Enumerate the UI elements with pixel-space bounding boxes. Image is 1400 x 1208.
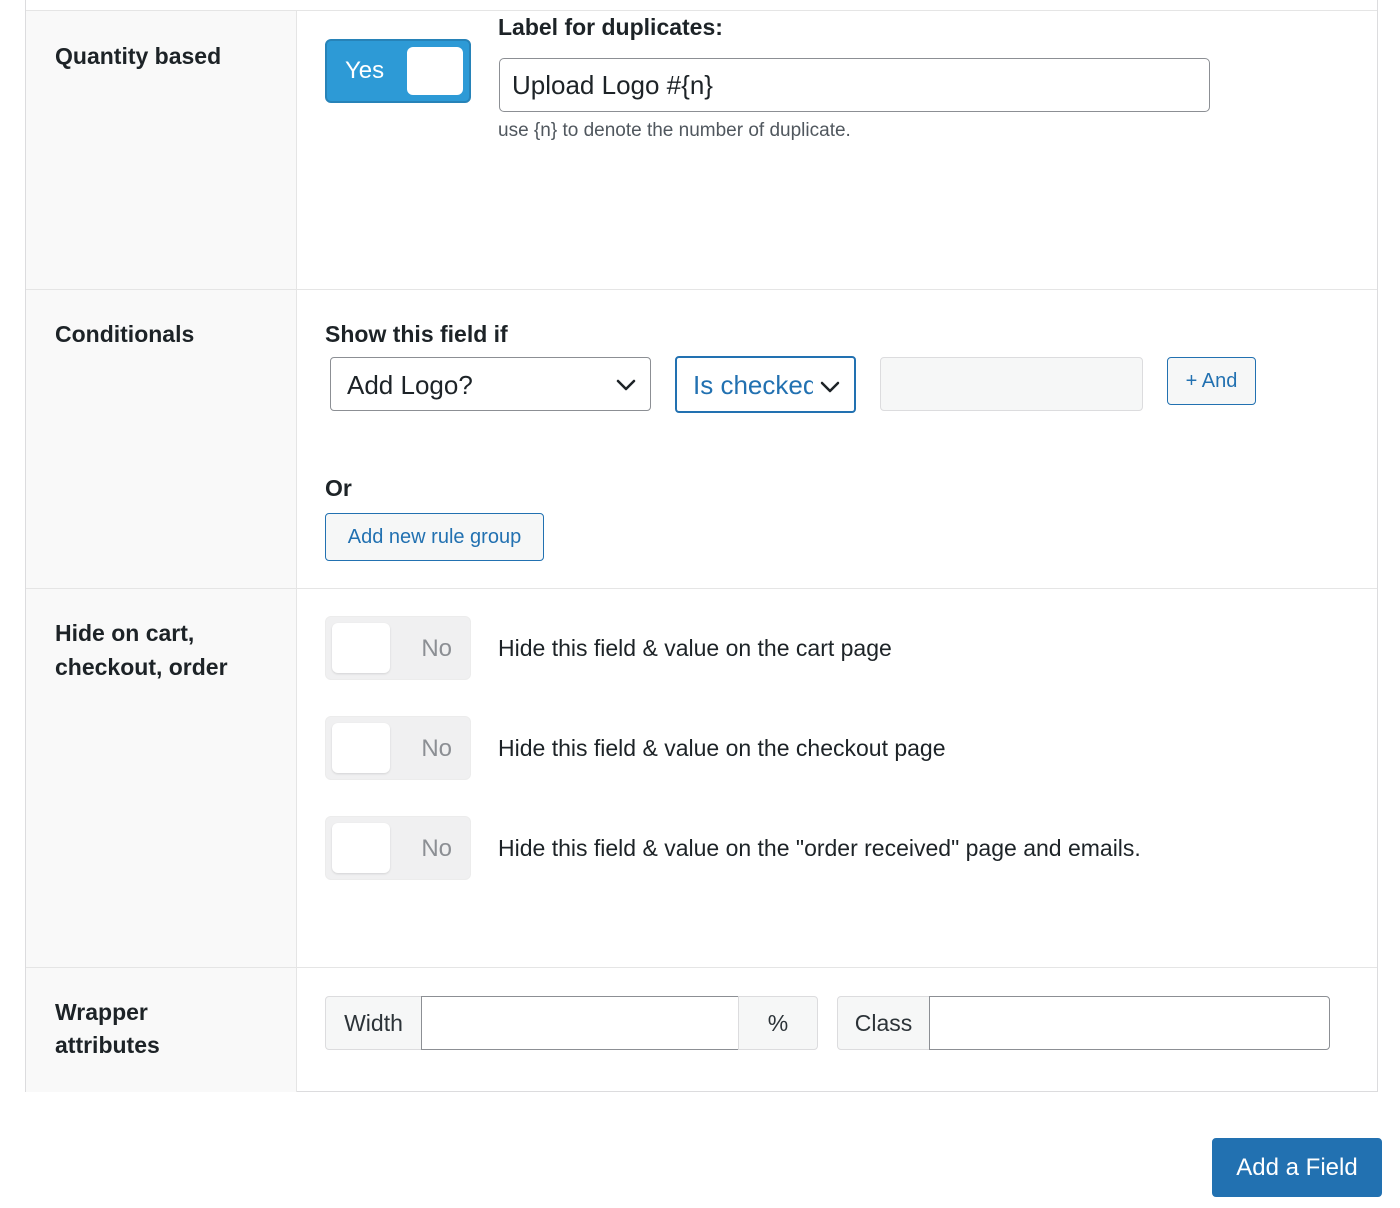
conditionals-row: Conditionals Show this field if Add Logo… [26, 290, 1377, 589]
class-addon-label: Class [837, 996, 930, 1050]
toggle-knob [407, 47, 463, 95]
chevron-down-icon [616, 379, 636, 391]
add-and-rule-button[interactable]: + And [1167, 357, 1256, 405]
toggle-label: No [421, 635, 452, 662]
row-content-column: Width % Class [297, 968, 1377, 1092]
condition-operator-value-wrap: Is checked [693, 370, 813, 401]
condition-field-value: Add Logo? [347, 370, 473, 400]
toggle-label: No [421, 735, 452, 762]
row-label-column: Quantity based [26, 11, 297, 289]
condition-operator-value: Is checked [693, 370, 813, 400]
hide-checkout-toggle[interactable]: No [325, 716, 471, 780]
quantity-based-row: Quantity based Yes Label for duplicates:… [26, 10, 1377, 290]
duplicates-label-title: Label for duplicates: [498, 14, 723, 40]
toggle-knob [332, 723, 390, 773]
hide-order-description: Hide this field & value on the "order re… [498, 835, 1141, 861]
hide-cart-description: Hide this field & value on the cart page [498, 635, 892, 661]
hide-on-row: Hide on cart, checkout, order No Hide th… [26, 589, 1377, 968]
wrapper-attributes-row: Wrapper attributes Width % Class [26, 968, 1377, 1092]
show-if-title: Show this field if [325, 321, 508, 347]
hide-checkout-description: Hide this field & value on the checkout … [498, 735, 946, 761]
width-unit-addon: % [738, 996, 818, 1050]
duplicates-label-input[interactable] [499, 58, 1210, 112]
conditionals-label: Conditionals [55, 321, 195, 347]
class-input[interactable] [929, 996, 1330, 1050]
row-content-column: Yes Label for duplicates: use {n} to den… [297, 11, 1377, 289]
condition-field-select[interactable]: Add Logo? [330, 357, 651, 411]
hide-label-line2: checkout, order [55, 654, 228, 680]
toggle-knob [332, 623, 390, 673]
row-content-column: No Hide this field & value on the cart p… [297, 589, 1377, 967]
row-label-column: Hide on cart, checkout, order [26, 589, 297, 967]
quantity-based-label: Quantity based [55, 43, 222, 69]
condition-value-input[interactable] [880, 357, 1143, 411]
hide-order-toggle[interactable]: No [325, 816, 471, 880]
hide-cart-toggle[interactable]: No [325, 616, 471, 680]
toggle-label: No [421, 835, 452, 862]
toggle-knob [332, 823, 390, 873]
hide-label-line1: Hide on cart, [55, 620, 195, 646]
add-field-button[interactable]: Add a Field [1212, 1138, 1382, 1197]
duplicates-hint: use {n} to denote the number of duplicat… [498, 120, 851, 141]
row-label-column: Conditionals [26, 290, 297, 588]
or-label: Or [325, 475, 352, 501]
field-settings-panel: Quantity based Yes Label for duplicates:… [25, 0, 1378, 1092]
wrapper-label-line2: attributes [55, 1032, 160, 1058]
toggle-label: Yes [345, 57, 385, 84]
quantity-based-toggle[interactable]: Yes [325, 39, 471, 103]
row-label-column: Wrapper attributes [26, 968, 297, 1092]
wrapper-label-line1: Wrapper [55, 999, 148, 1025]
condition-operator-select[interactable]: Is checked [675, 356, 856, 413]
row-content-column: Show this field if Add Logo? Is checked … [297, 290, 1377, 588]
add-rule-group-button[interactable]: Add new rule group [325, 513, 544, 561]
width-input[interactable] [421, 996, 739, 1050]
width-addon-label: Width [325, 996, 422, 1050]
chevron-down-icon [820, 381, 840, 393]
